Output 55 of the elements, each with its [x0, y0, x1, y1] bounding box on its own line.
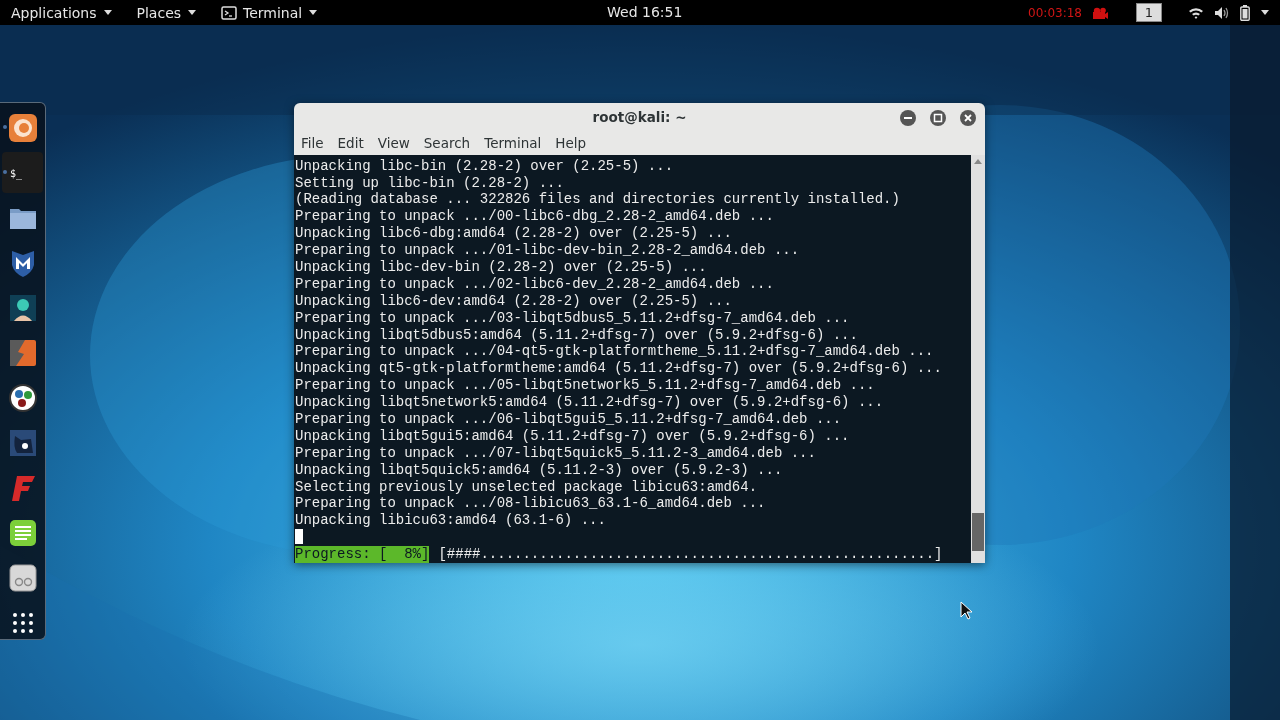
menu-item[interactable]: View: [372, 135, 415, 152]
scroll-up-icon[interactable]: [974, 157, 982, 164]
output-line: Unpacking libc-bin (2.28-2) over (2.25-5) ...: [295, 157, 675, 175]
caret-icon: [102, 8, 113, 17]
output-line: Unpacking libqt5dbus5:amd64 (5.11.2+dfsg-7) over (5.9.2+dfsg-6) ...: [295, 326, 859, 344]
output-line: Preparing to unpack .../08-libicu63_63.1-6_amd64.deb ...: [295, 495, 767, 513]
output-line: Selecting previously unselected package libicu63:amd64.: [295, 478, 759, 496]
caret-icon: [187, 8, 198, 17]
maximize-icon[interactable]: [930, 110, 946, 126]
menu-item[interactable]: Search: [418, 135, 476, 152]
camera-icon[interactable]: [1092, 6, 1108, 19]
caret-icon[interactable]: [1260, 8, 1270, 17]
terminal-icon[interactable]: $_: [2, 152, 43, 193]
output-line: Preparing to unpack .../01-libc-dev-bin_2.28-2_amd64.deb ...: [295, 242, 801, 259]
menu-button[interactable]: Places: [129, 4, 205, 21]
close-icon[interactable]: [960, 110, 976, 126]
menu-item[interactable]: Terminal: [479, 135, 547, 152]
output-line: Preparing to unpack .../00-libc6-dbg_2.28-2_amd64.deb ...: [295, 208, 775, 226]
menu-item[interactable]: File: [296, 135, 329, 152]
output-line: Preparing to unpack .../04-qt5-gtk-platformtheme_5.11.2+dfsg-7_amd64.deb ...: [295, 343, 935, 361]
output-line: Unpacking libc6-dbg:amd64 (2.28-2) over (2.25-5) ...: [295, 225, 733, 243]
output-line: (Reading database ... 322826 files and directories currently installed.): [295, 191, 901, 209]
menu-item[interactable]: Help: [550, 135, 592, 152]
text-cursor: [295, 529, 303, 545]
battery-icon[interactable]: [1240, 4, 1250, 21]
output-line: Preparing to unpack .../06-libqt5gui5_5.11.2+dfsg-7_amd64.deb ...: [295, 411, 843, 428]
output-line: Unpacking libqt5gui5:amd64 (5.11.2+dfsg-7) over (5.9.2+dfsg-6) ...: [295, 427, 851, 445]
wifi-icon[interactable]: [1188, 6, 1204, 19]
recording-time: 00:03:18: [1028, 5, 1082, 20]
output-line: Preparing to unpack .../07-libqt5quick5_5.11.2-3_amd64.deb ...: [295, 444, 817, 462]
workspace-button[interactable]: 1: [1136, 3, 1162, 22]
output-line: Preparing to unpack .../05-libqt5network5_5.11.2+dfsg-7_amd64.deb ...: [295, 377, 876, 395]
clock[interactable]: Wed 16:51: [607, 4, 683, 20]
progress-bar-text: [####......................................................]: [438, 546, 943, 563]
caret-icon: [308, 8, 319, 17]
progress-label: Progress: [ 8%]: [295, 546, 430, 563]
output-line: Unpacking libicu63:amd64 (63.1-6) ...: [295, 512, 607, 530]
minimize-icon[interactable]: [900, 110, 916, 126]
terminal-icon: [221, 5, 238, 20]
output-line: Setting up libc-bin (2.28-2) ...: [295, 174, 565, 192]
scroll-thumb[interactable]: [972, 513, 984, 551]
mouse-pointer-icon: [960, 601, 972, 620]
menu-button[interactable]: Applications: [4, 4, 120, 21]
output-line: Preparing to unpack .../03-libqt5dbus5_5.11.2+dfsg-7_amd64.deb ...: [295, 309, 851, 327]
output-line: Preparing to unpack .../02-libc6-dev_2.28-2_amd64.deb ...: [295, 275, 775, 293]
output-line: Unpacking qt5-gtk-platformtheme:amd64 (5.11.2+dfsg-7) over (5.9.2+dfsg-6) ...: [295, 360, 943, 378]
output-line: Unpacking libqt5quick5:amd64 (5.11.2-3) over (5.9.2-3) ...: [295, 461, 784, 479]
output-line: Unpacking libc6-dev:amd64 (2.28-2) over (2.25-5) ...: [295, 292, 733, 310]
menu-button[interactable]: Terminal: [214, 4, 326, 21]
window-title: root@kali: ~: [592, 109, 687, 126]
scrollbar[interactable]: [971, 154, 985, 563]
volume-icon[interactable]: [1214, 5, 1230, 20]
output-line: Unpacking libc-dev-bin (2.28-2) over (2.25-5) ...: [295, 258, 708, 276]
output-line: Unpacking libqt5network5:amd64 (5.11.2+dfsg-7) over (5.9.2+dfsg-6) ...: [295, 394, 885, 411]
menu-item[interactable]: Edit: [332, 135, 369, 152]
